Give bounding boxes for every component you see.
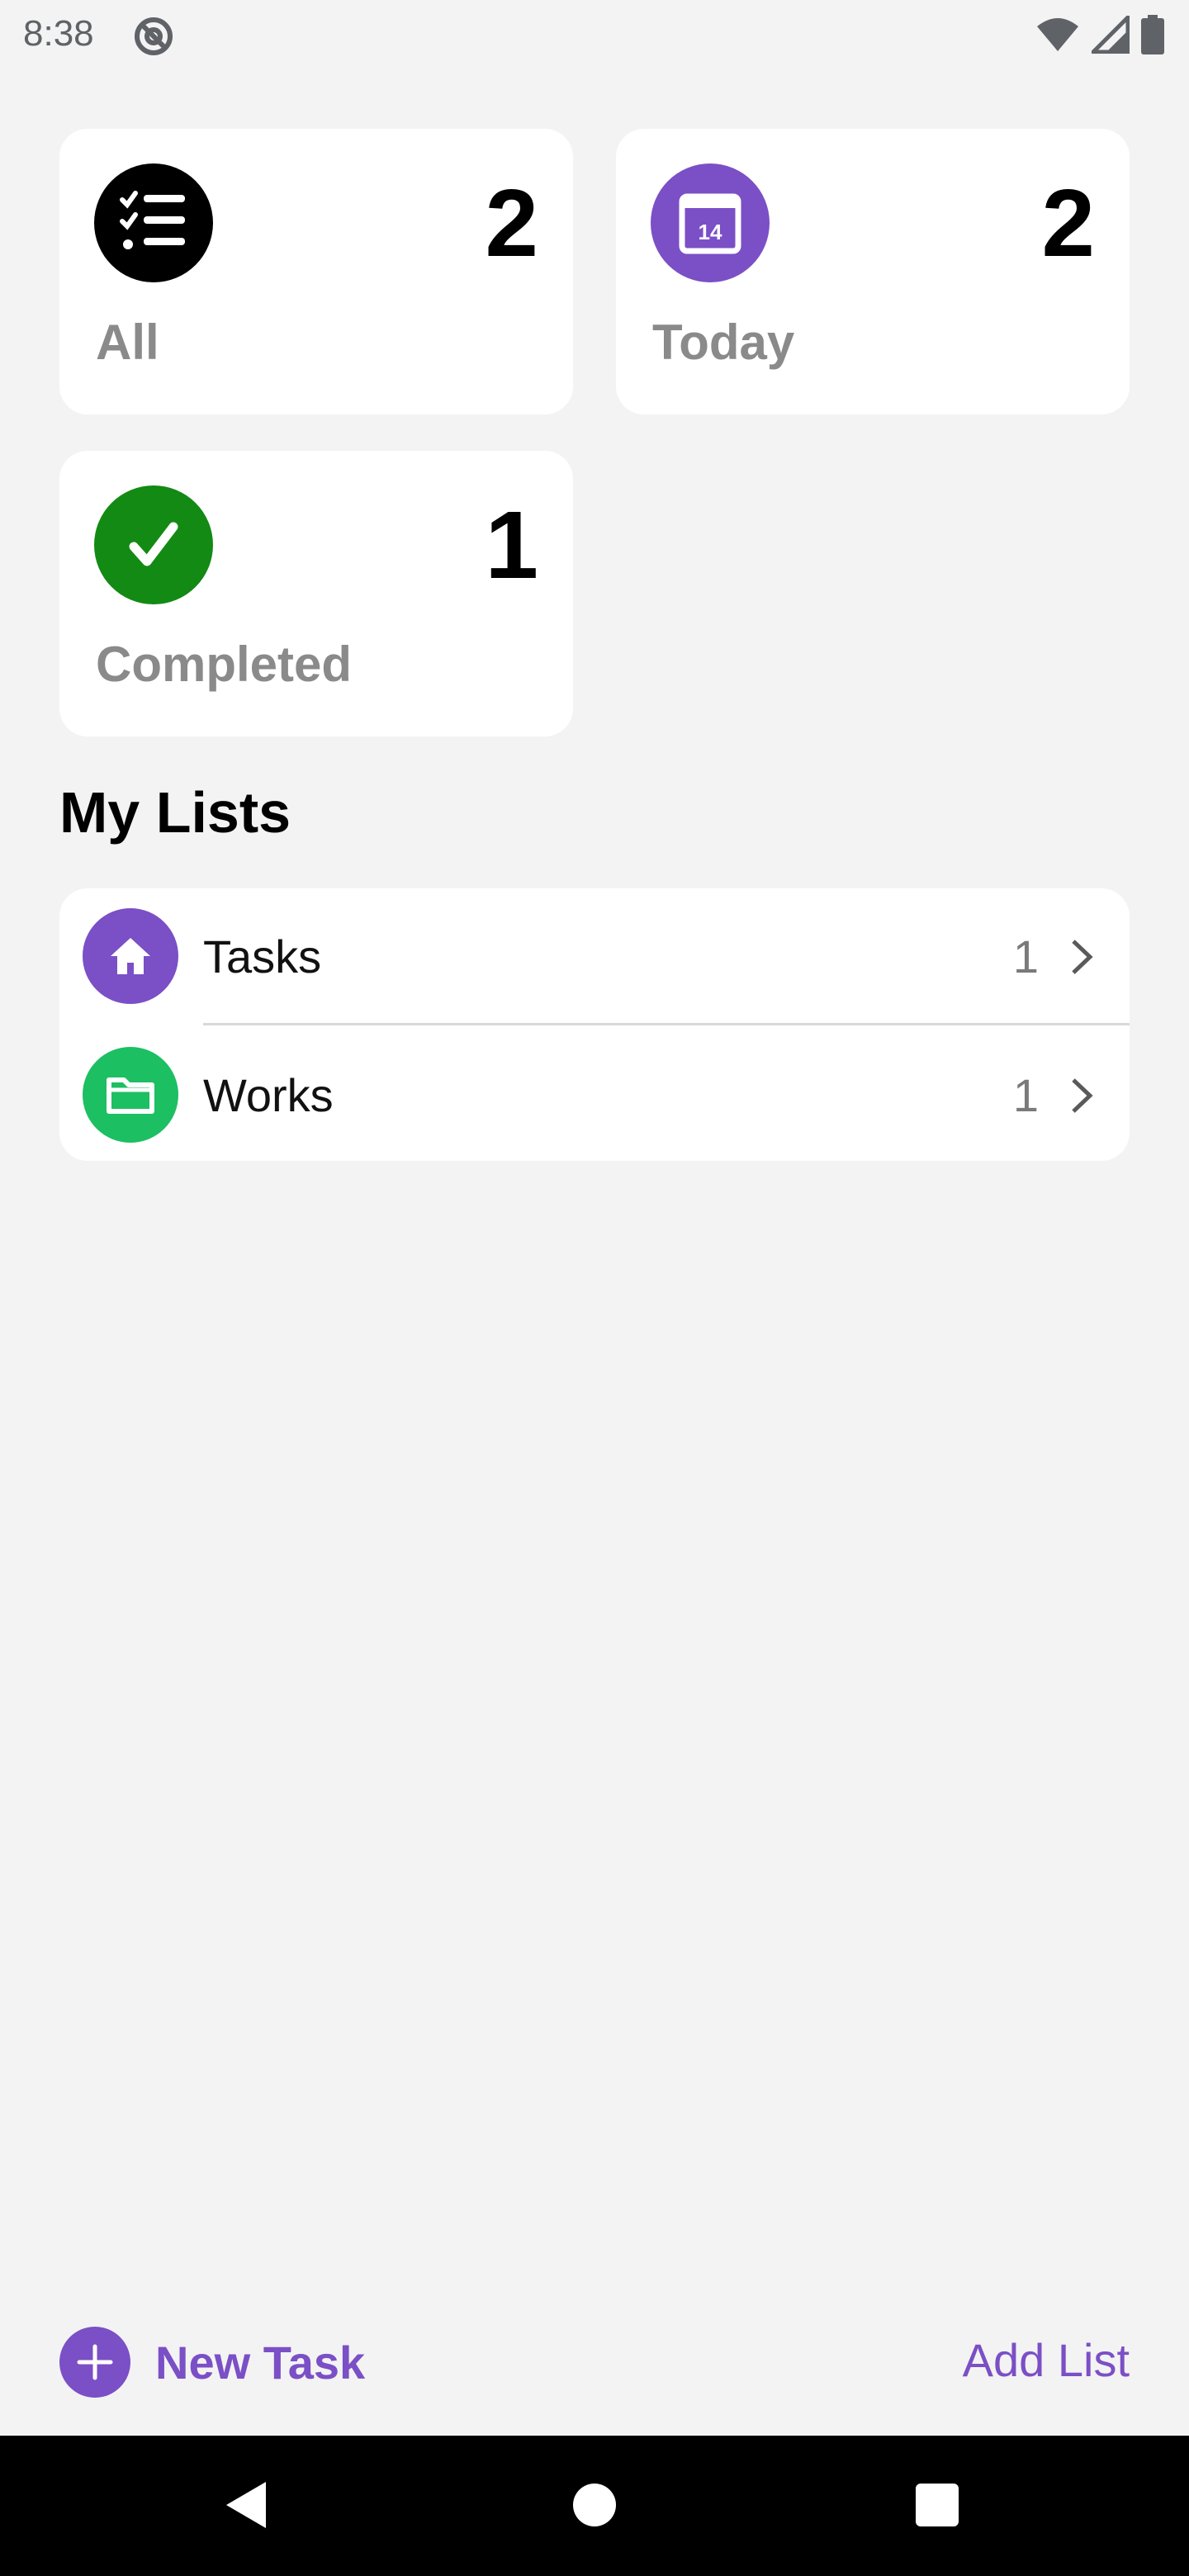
completed-card[interactable]: 1 Completed xyxy=(59,451,573,736)
home-circle-icon[interactable] xyxy=(573,2484,616,2526)
list-item-works[interactable]: Works 1 xyxy=(59,1027,1130,1164)
system-nav-bar xyxy=(0,2436,1189,2576)
new-task-label: New Task xyxy=(155,2336,366,2389)
add-list-button[interactable]: Add List xyxy=(963,2333,1130,2387)
wifi-icon xyxy=(1035,17,1080,53)
recents-icon[interactable] xyxy=(916,2484,959,2526)
signal-icon xyxy=(1092,16,1130,54)
checklist-icon xyxy=(94,163,213,282)
list-item-tasks[interactable]: Tasks 1 xyxy=(59,888,1130,1025)
my-lists-title: My Lists xyxy=(59,780,291,845)
app-screen: 8:38 2 All 14 2 Today 1 Completed My Lis… xyxy=(0,0,1189,2576)
all-label: All xyxy=(96,315,159,370)
calendar-day: 14 xyxy=(699,220,722,244)
all-count: 2 xyxy=(485,169,538,277)
list-item-label: Works xyxy=(203,1069,334,1121)
my-lists-card: Tasks 1 Works 1 xyxy=(59,888,1130,1161)
chevron-right-icon xyxy=(1065,1075,1098,1116)
list-item-label: Tasks xyxy=(203,930,322,983)
today-label: Today xyxy=(652,315,795,370)
status-time: 8:38 xyxy=(23,13,94,54)
back-icon[interactable] xyxy=(223,2479,269,2536)
calendar-icon: 14 xyxy=(651,163,770,282)
today-card[interactable]: 14 2 Today xyxy=(616,129,1130,414)
home-icon xyxy=(83,908,178,1004)
completed-label: Completed xyxy=(96,637,353,692)
plus-icon xyxy=(59,2327,130,2398)
list-item-count: 1 xyxy=(1012,930,1039,983)
status-icons xyxy=(1035,15,1164,54)
today-count: 2 xyxy=(1041,169,1095,277)
all-card[interactable]: 2 All xyxy=(59,129,573,414)
list-item-count: 1 xyxy=(1012,1069,1039,1121)
new-task-button[interactable]: New Task xyxy=(59,2327,365,2398)
checkmark-icon xyxy=(94,485,213,604)
list-divider xyxy=(203,1023,1130,1025)
battery-icon xyxy=(1141,15,1164,54)
status-bar: 8:38 xyxy=(0,0,1189,71)
chevron-right-icon xyxy=(1065,936,1098,978)
folder-icon xyxy=(83,1047,178,1143)
at-sign-icon xyxy=(132,15,175,58)
completed-count: 1 xyxy=(485,491,538,599)
bottom-toolbar: New Task Add List xyxy=(0,2312,1189,2436)
